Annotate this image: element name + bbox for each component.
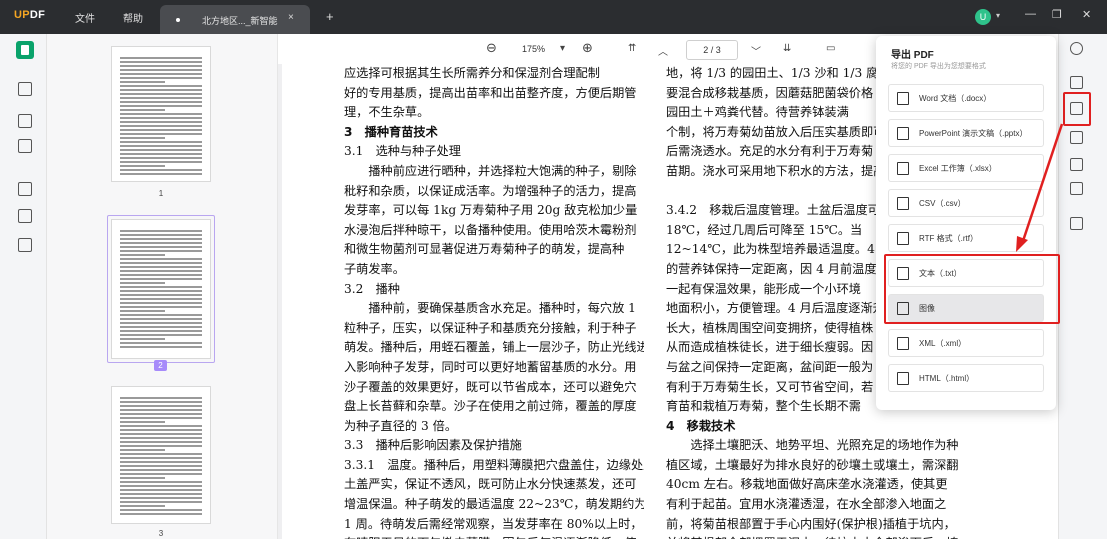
annotation-arrow [1016,123,1064,252]
